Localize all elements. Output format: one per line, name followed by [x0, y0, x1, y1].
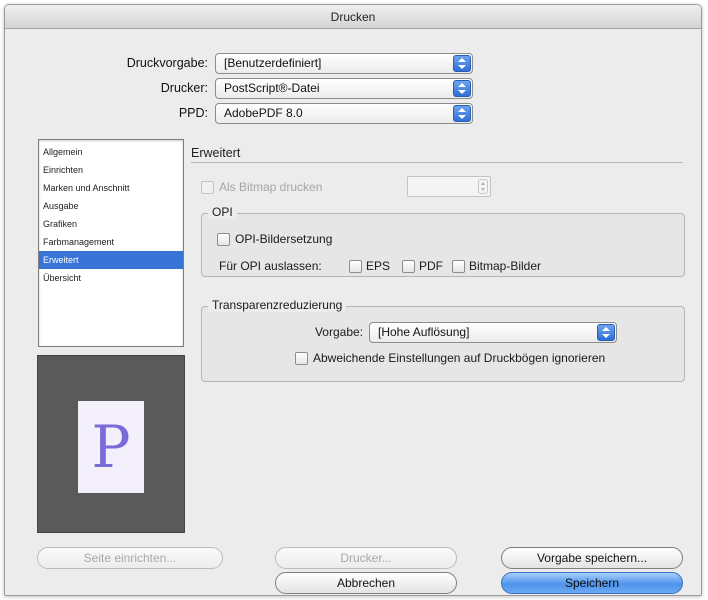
ppd-label: PPD:: [178, 106, 208, 120]
transparency-preset-label: Vorgabe:: [314, 325, 363, 339]
eps-checkbox[interactable]: [349, 260, 362, 273]
preset-select[interactable]: [Benutzerdefiniert]: [215, 53, 473, 74]
bitmap-images-label: Bitmap-Bilder: [469, 259, 542, 273]
transparency-group-title: Transparenzreduzierung: [208, 298, 347, 312]
page-preview: P: [37, 355, 185, 533]
pdf-checkbox[interactable]: [402, 260, 415, 273]
cancel-button[interactable]: Abbrechen: [275, 572, 457, 594]
ppd-select[interactable]: AdobePDF 8.0: [215, 103, 473, 124]
bitmap-resolution-field[interactable]: [407, 176, 491, 197]
panel-title: Erweitert: [191, 146, 241, 160]
save-preset-button[interactable]: Vorgabe speichern...: [501, 547, 683, 569]
bitmap-images-checkbox[interactable]: [452, 260, 465, 273]
pdf-label: PDF: [419, 259, 443, 273]
chevron-updown-icon: [453, 105, 471, 122]
transparency-preset-value: [Hohe Auflösung]: [378, 325, 470, 339]
preview-glyph: P: [91, 413, 131, 481]
transparency-group: [201, 306, 685, 382]
preset-label: Druckvorgabe:: [126, 56, 208, 70]
sidebar-item-ausgabe[interactable]: Ausgabe: [39, 197, 183, 215]
stepper-arrows-icon[interactable]: [478, 179, 488, 194]
ignore-overrides-label: Abweichende Einstellungen auf Druckbögen…: [313, 351, 606, 365]
opi-replace-checkbox[interactable]: [217, 233, 230, 246]
opi-replace-label: OPI-Bildersetzung: [235, 232, 333, 246]
ignore-overrides-checkbox[interactable]: [295, 352, 308, 365]
dialog-content: Druckvorgabe: [Benutzerdefiniert] Drucke…: [5, 29, 701, 595]
opi-omit-label: Für OPI auslassen:: [219, 259, 322, 273]
bitmap-print-label: Als Bitmap drucken: [219, 180, 323, 194]
window-title: Drucken: [5, 5, 701, 29]
sidebar-item-uebersicht[interactable]: Übersicht: [39, 269, 183, 287]
panel-divider: [191, 162, 683, 163]
sidebar-item-allgemein[interactable]: Allgemein: [39, 143, 183, 161]
sidebar-item-einrichten[interactable]: Einrichten: [39, 161, 183, 179]
chevron-updown-icon: [453, 80, 471, 97]
opi-group-title: OPI: [208, 205, 237, 219]
save-button[interactable]: Speichern: [501, 572, 683, 594]
printer-button[interactable]: Drucker...: [275, 547, 457, 569]
bitmap-print-checkbox[interactable]: [201, 181, 214, 194]
print-dialog: Drucken Druckvorgabe: [Benutzerdefiniert…: [4, 4, 702, 596]
page-setup-button[interactable]: Seite einrichten...: [37, 547, 223, 569]
preview-page: P: [78, 401, 144, 493]
transparency-preset-select[interactable]: [Hohe Auflösung]: [369, 322, 617, 343]
category-list: Allgemein Einrichten Marken und Anschnit…: [38, 139, 184, 347]
preset-value: [Benutzerdefiniert]: [224, 56, 322, 70]
eps-label: EPS: [366, 259, 391, 273]
sidebar-item-erweitert[interactable]: Erweitert: [39, 251, 183, 269]
printer-select[interactable]: PostScript®-Datei: [215, 78, 473, 99]
printer-value: PostScript®-Datei: [224, 81, 320, 95]
sidebar-item-farbmanagement[interactable]: Farbmanagement: [39, 233, 183, 251]
chevron-updown-icon: [597, 324, 615, 341]
sidebar-item-marken[interactable]: Marken und Anschnitt: [39, 179, 183, 197]
ppd-value: AdobePDF 8.0: [224, 106, 303, 120]
chevron-updown-icon: [453, 55, 471, 72]
sidebar-item-grafiken[interactable]: Grafiken: [39, 215, 183, 233]
printer-label: Drucker:: [160, 81, 208, 95]
